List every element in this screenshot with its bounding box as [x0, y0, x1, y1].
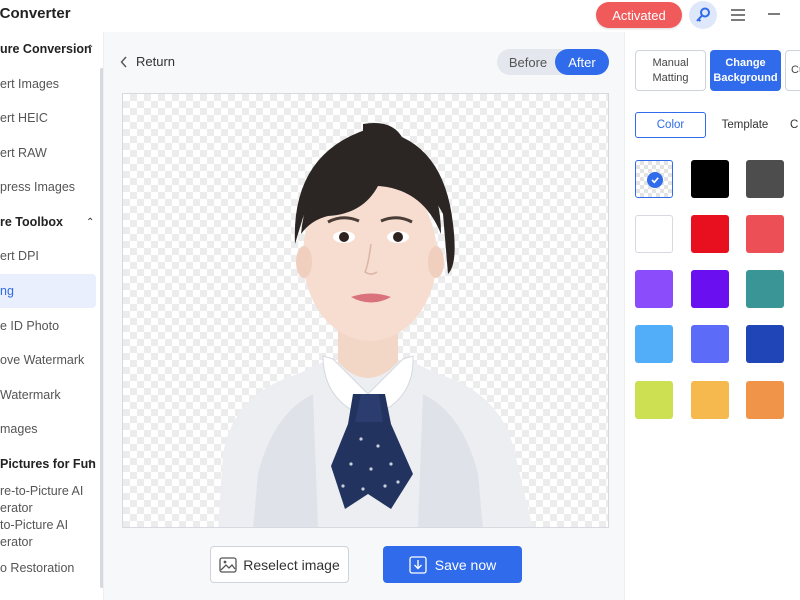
sidebar-section-picture-toolbox[interactable]: re Toolbox — [0, 215, 63, 229]
sidebar-item-crop-images[interactable]: mages — [0, 422, 38, 436]
sidebar-item-picture-to-picture-line2[interactable]: erator — [0, 501, 33, 515]
manual-label-line1: Manual — [652, 56, 689, 69]
swatch-teal[interactable] — [746, 270, 784, 308]
sidebar-item-compress-images[interactable]: press Images — [0, 180, 75, 194]
return-button[interactable]: Return — [120, 54, 175, 69]
app-title: ge Converter — [0, 5, 71, 22]
swatch-periwinkle[interactable] — [691, 325, 729, 363]
sidebar: ure Conversion ⌃ ert Images ert HEIC ert… — [0, 32, 104, 600]
swatch-navy[interactable] — [746, 325, 784, 363]
swatch-amber[interactable] — [691, 381, 729, 419]
swatch-white[interactable] — [635, 215, 673, 253]
chevron-up-icon[interactable]: ⌃ — [86, 459, 94, 470]
change-background-button[interactable]: Change Background — [710, 50, 781, 91]
swatch-black[interactable] — [691, 160, 729, 198]
swatch-red[interactable] — [691, 215, 729, 253]
tab-template[interactable]: Template — [712, 112, 778, 138]
sidebar-item-add-watermark[interactable]: Watermark — [0, 388, 61, 402]
reselect-image-button[interactable]: Reselect image — [210, 546, 349, 583]
return-label: Return — [136, 54, 176, 69]
sidebar-item-photo-restoration[interactable]: o Restoration — [0, 561, 74, 575]
sidebar-item-picture-to-picture-line1[interactable]: re-to-Picture AI — [0, 484, 83, 498]
image-icon — [219, 556, 237, 573]
swatch-dark-gray[interactable] — [746, 160, 784, 198]
manual-label-line2: Matting — [652, 71, 689, 84]
reselect-label: Reselect image — [243, 556, 340, 573]
sidebar-item-text-to-picture-line1[interactable]: to-Picture AI — [0, 518, 68, 532]
swatch-purple[interactable] — [635, 270, 673, 308]
download-icon — [409, 555, 427, 574]
save-now-button[interactable]: Save now — [383, 546, 522, 583]
swatch-violet[interactable] — [691, 270, 729, 308]
sidebar-item-convert-raw[interactable]: ert RAW — [0, 146, 47, 160]
activated-button[interactable]: Activated — [596, 2, 682, 28]
sidebar-section-pictures-for-fun[interactable]: Pictures for Fun — [0, 457, 96, 471]
chevron-up-icon[interactable]: ⌃ — [86, 217, 94, 228]
swatch-lime[interactable] — [635, 381, 673, 419]
sidebar-item-make-id-photo[interactable]: e ID Photo — [0, 319, 59, 333]
swatch-transparent[interactable] — [635, 160, 673, 198]
chevron-up-icon[interactable]: ⌃ — [86, 44, 94, 55]
sidebar-active-highlight — [0, 274, 96, 308]
menu-icon[interactable] — [730, 8, 746, 22]
image-canvas[interactable] — [122, 93, 609, 528]
sidebar-item-matting[interactable]: ng — [0, 284, 14, 298]
sidebar-section-picture-conversion[interactable]: ure Conversion — [0, 42, 92, 56]
check-icon — [647, 172, 663, 188]
title-bar: ge Converter Activated — [0, 0, 800, 32]
portrait-image — [218, 123, 533, 527]
toggle-before[interactable]: Before — [497, 49, 559, 75]
save-label: Save now — [434, 556, 497, 573]
key-icon — [696, 7, 710, 22]
toggle-after[interactable]: After — [555, 49, 609, 75]
before-after-toggle[interactable]: Before After — [497, 49, 609, 75]
chevron-left-icon — [120, 56, 127, 67]
swatch-orange[interactable] — [746, 381, 784, 419]
tab-custom[interactable]: C — [790, 112, 800, 138]
sidebar-item-text-to-picture-line2[interactable]: erator — [0, 535, 33, 549]
sidebar-item-remove-watermark[interactable]: ove Watermark — [0, 353, 84, 367]
manual-matting-button[interactable]: Manual Matting — [635, 50, 706, 91]
cutout-button[interactable]: Cu — [785, 50, 800, 91]
sidebar-item-convert-dpi[interactable]: ert DPI — [0, 249, 39, 263]
key-button[interactable] — [689, 1, 717, 29]
swatch-light-red[interactable] — [746, 215, 784, 253]
sidebar-item-convert-heic[interactable]: ert HEIC — [0, 111, 48, 125]
tab-color[interactable]: Color — [635, 112, 706, 138]
sidebar-item-convert-images[interactable]: ert Images — [0, 77, 59, 91]
swatch-sky-blue[interactable] — [635, 325, 673, 363]
change-label-line1: Change — [725, 56, 766, 69]
minimize-icon[interactable] — [767, 7, 781, 21]
change-label-line2: Background — [713, 71, 778, 84]
